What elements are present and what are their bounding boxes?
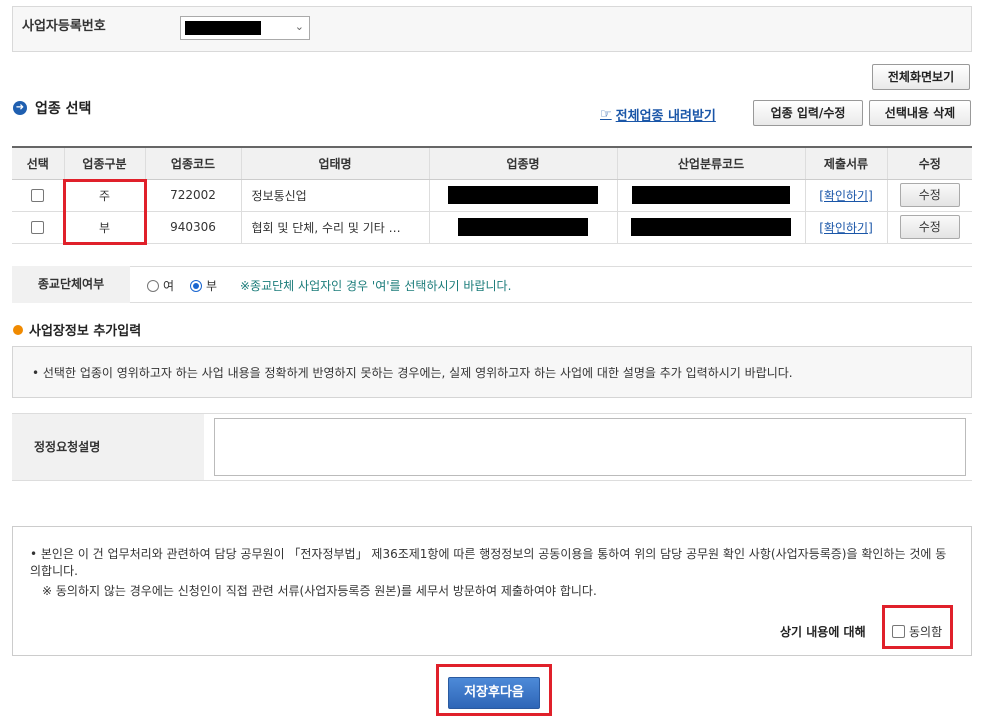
redacted-industry-name bbox=[458, 218, 588, 236]
table-row: 주 722002 정보통신업 [확인하기] 수정 bbox=[12, 179, 972, 212]
document-confirm-link[interactable]: [확인하기] bbox=[819, 189, 873, 203]
info-text: • 선택한 업종이 영위하고자 하는 사업 내용을 정확하게 반영하지 못하는 … bbox=[32, 366, 793, 380]
row-select-checkbox[interactable] bbox=[31, 189, 45, 202]
full-screen-button[interactable]: 전체화면보기 bbox=[872, 64, 970, 90]
pointing-hand-icon: ☞ bbox=[600, 107, 612, 122]
request-description-textarea[interactable] bbox=[214, 418, 966, 476]
edit-button[interactable]: 수정 bbox=[899, 215, 960, 239]
code-cell: 940306 bbox=[145, 211, 242, 244]
redacted-industry-name bbox=[448, 186, 598, 204]
section-title: ➜ 업종 선택 bbox=[13, 98, 91, 118]
document-confirm-link[interactable]: [확인하기] bbox=[819, 221, 873, 235]
col-header-type: 업종구분 bbox=[64, 147, 146, 180]
col-header-code: 업종코드 bbox=[145, 147, 242, 180]
edit-button[interactable]: 수정 bbox=[899, 183, 960, 207]
extra-info-title-text: 사업장정보 추가입력 bbox=[29, 324, 142, 339]
highlight-type-column bbox=[63, 179, 147, 245]
business-number-label: 사업자등록번호 bbox=[22, 19, 106, 34]
industry-table: 선택 업종구분 업종코드 업태명 업종명 산업분류코드 제출서류 수정 주 72… bbox=[12, 146, 972, 244]
religion-yes-radio[interactable] bbox=[147, 279, 159, 292]
chevron-down-icon: ⌄ bbox=[294, 20, 304, 33]
business-number-row bbox=[12, 6, 972, 52]
col-header-industry-name: 업종명 bbox=[429, 147, 618, 180]
delete-selected-button[interactable]: 선택내용 삭제 bbox=[869, 100, 971, 126]
agreement-text: • 본인은 이 건 업무처리와 관련하여 담당 공무원이 「전자정부법」 제36… bbox=[30, 547, 947, 578]
col-header-edit: 수정 bbox=[887, 147, 972, 180]
section-title-text: 업종 선택 bbox=[35, 101, 92, 117]
col-header-documents: 제출서류 bbox=[805, 147, 888, 180]
biz-status-cell: 협회 및 단체, 수리 및 기타 … bbox=[241, 211, 430, 244]
download-all-link[interactable]: ☞ 전체업종 내려받기 bbox=[600, 105, 716, 124]
table-row: 부 940306 협회 및 단체, 수리 및 기타 … [확인하기] 수정 bbox=[12, 211, 972, 244]
religion-yes-label: 여 bbox=[163, 279, 175, 293]
redacted-classification bbox=[632, 186, 790, 204]
col-header-classification: 산업분류코드 bbox=[617, 147, 806, 180]
religion-label: 종교단체여부 bbox=[12, 266, 130, 303]
download-all-label: 전체업종 내려받기 bbox=[615, 109, 716, 124]
highlight-save-button bbox=[436, 664, 552, 716]
col-header-select: 선택 bbox=[12, 147, 65, 180]
redacted-classification bbox=[631, 218, 791, 236]
religion-options: 여 부 bbox=[147, 277, 217, 294]
agreement-note: ※ 동의하지 않는 경우에는 신청인이 직접 관련 서류(사업자등록증 원본)를… bbox=[42, 584, 597, 598]
extra-info-title: 사업장정보 추가입력 bbox=[13, 320, 141, 339]
code-cell: 722002 bbox=[145, 179, 242, 212]
biz-status-cell: 정보통신업 bbox=[241, 179, 430, 212]
religion-no-label: 부 bbox=[206, 279, 218, 293]
highlight-agree bbox=[882, 605, 953, 649]
redacted-value bbox=[185, 21, 261, 35]
orange-dot-icon bbox=[13, 324, 23, 335]
input-edit-button[interactable]: 업종 입력/수정 bbox=[753, 100, 863, 126]
request-label: 정정요청설명 bbox=[12, 414, 204, 480]
col-header-biz-status: 업태명 bbox=[241, 147, 430, 180]
row-select-checkbox[interactable] bbox=[31, 221, 45, 234]
agreement-question: 상기 내용에 대해 bbox=[780, 625, 866, 639]
religion-no-radio[interactable] bbox=[190, 279, 203, 292]
religion-note: ※종교단체 사업자인 경우 '여'를 선택하시기 바랍니다. bbox=[240, 279, 512, 293]
arrow-circle-icon: ➜ bbox=[13, 101, 27, 115]
table-header-row: 선택 업종구분 업종코드 업태명 업종명 산업분류코드 제출서류 수정 bbox=[12, 147, 972, 180]
business-number-select[interactable]: ⌄ bbox=[180, 16, 310, 40]
